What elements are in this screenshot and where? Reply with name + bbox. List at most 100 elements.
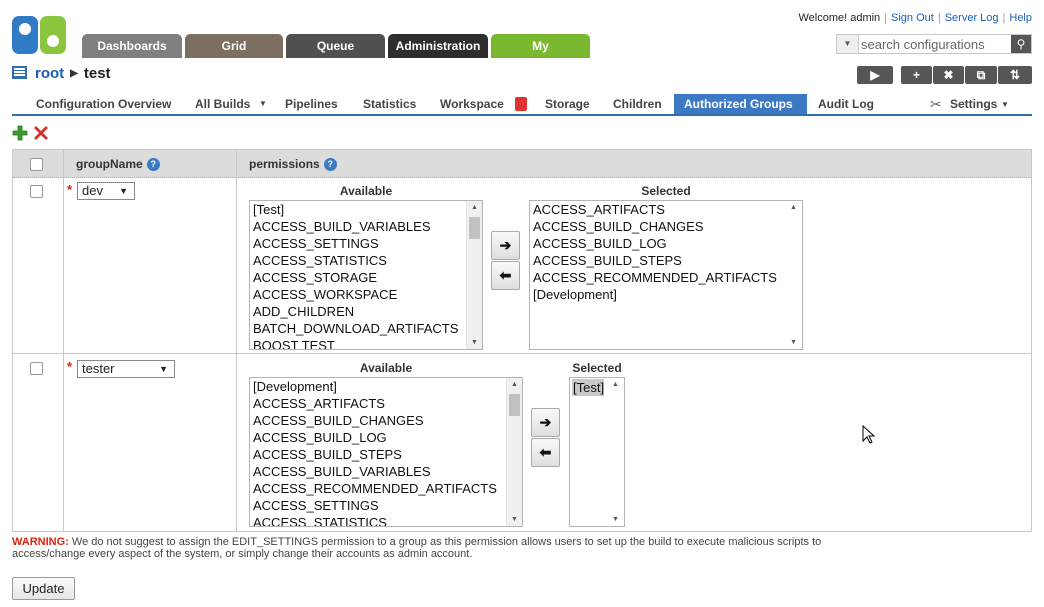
search-icon[interactable]: ⚲ [1011, 35, 1031, 53]
table-header [13, 150, 1031, 178]
subtab-configuration-overview[interactable]: Configuration Overview [26, 94, 181, 114]
subtab-statistics[interactable]: Statistics [353, 94, 426, 114]
list-option[interactable]: ACCESS_BUILD_CHANGES [250, 412, 522, 429]
search-scope-dropdown-icon[interactable]: ▼ [837, 35, 859, 53]
selected-listbox[interactable]: [Test] ▲ ▼ [569, 377, 625, 527]
tab-dashboards[interactable]: Dashboards [82, 34, 182, 58]
help-icon[interactable]: ? [323, 158, 337, 171]
breadcrumb-root[interactable]: root [35, 65, 64, 82]
subtab-pipelines[interactable]: Pipelines [275, 94, 348, 114]
scroll-up-icon[interactable]: ▲ [471, 204, 478, 211]
group-select[interactable]: tester ▼ [77, 360, 175, 378]
list-option[interactable]: ACCESS_WORKSPACE [250, 286, 482, 303]
list-option[interactable]: BOOST TEST [250, 337, 482, 349]
scroll-down-icon[interactable]: ▼ [790, 339, 797, 346]
scroll-up-icon[interactable]: ▲ [790, 204, 797, 211]
remove-icon[interactable] [33, 125, 49, 141]
subtab-workspace[interactable]: Workspace [430, 94, 514, 114]
list-option[interactable]: ACCESS_STATISTICS [250, 252, 482, 269]
list-option[interactable]: BATCH_DOWNLOAD_ARTIFACTS [250, 320, 482, 337]
scroll-up-icon[interactable]: ▲ [511, 381, 518, 388]
sign-out-link[interactable]: Sign Out [891, 12, 934, 24]
move-right-button[interactable]: ➔ [491, 231, 520, 260]
help-icon[interactable]: ? [146, 158, 160, 171]
selected-list: ACCESS_ARTIFACTS ACCESS_BUILD_CHANGES ACCE… [530, 201, 802, 303]
scroll-up-icon[interactable]: ▲ [612, 381, 619, 388]
list-option[interactable]: ACCESS_SETTINGS [250, 497, 522, 514]
tab-my[interactable]: My [491, 34, 590, 58]
move-left-button[interactable]: ⬅ [531, 438, 560, 467]
list-option[interactable]: [Test] [572, 379, 604, 396]
chevron-down-icon: ▼ [159, 364, 168, 374]
search-input[interactable]: search configurations [861, 35, 985, 54]
list-option[interactable]: [Development] [530, 286, 802, 303]
copy-button[interactable]: ⧉ [965, 66, 997, 84]
list-option[interactable]: ACCESS_STATISTICS [250, 514, 522, 526]
list-option[interactable]: ACCESS_RECOMMENDED_ARTIFACTS [250, 480, 522, 497]
list-option[interactable]: ACCESS_STORAGE [250, 269, 482, 286]
chevron-down-icon[interactable]: ▼ [259, 99, 267, 108]
selected-label: Selected [641, 184, 691, 198]
select-all-checkbox[interactable] [30, 158, 43, 171]
update-button[interactable]: Update [12, 577, 75, 600]
breadcrumb-current: test [83, 65, 111, 82]
run-button[interactable]: ▶ [857, 66, 893, 84]
welcome-text: Welcome! admin [798, 12, 881, 24]
list-option[interactable]: ACCESS_ARTIFACTS [530, 201, 802, 218]
scroll-down-icon[interactable]: ▼ [612, 516, 619, 523]
list-option[interactable]: ACCESS_BUILD_LOG [250, 429, 522, 446]
groupname-header: groupName [76, 157, 143, 171]
list-option[interactable]: ACCESS_BUILD_VARIABLES [250, 218, 482, 235]
search-box[interactable]: ▼ search configurations ⚲ [836, 34, 1032, 54]
scroll-down-icon[interactable]: ▼ [511, 516, 518, 523]
row-checkbox[interactable] [30, 185, 43, 198]
reorder-button[interactable]: ⇅ [998, 66, 1032, 84]
available-listbox[interactable]: [Development] ACCESS_ARTIFACTS ACCESS_BUIL… [249, 377, 523, 527]
list-option[interactable]: ACCESS_BUILD_STEPS [530, 252, 802, 269]
add-child-button[interactable]: + [901, 66, 932, 84]
column-groupname: groupName? [76, 150, 160, 178]
tab-queue[interactable]: Queue [286, 34, 385, 58]
row-checkbox[interactable] [30, 362, 43, 375]
scrollbar[interactable]: ▲ ▼ [506, 378, 522, 526]
help-link[interactable]: Help [1009, 12, 1032, 24]
breadcrumb: root ▶ test [12, 64, 111, 84]
delete-button[interactable]: ✖ [933, 66, 964, 84]
subtab-authorized-groups[interactable]: Authorized Groups [674, 94, 807, 114]
scrollbar[interactable]: ▲ ▼ [466, 201, 482, 349]
scrollbar[interactable]: ▲ ▼ [786, 201, 802, 349]
subtab-audit-log[interactable]: Audit Log [808, 94, 884, 114]
list-option[interactable]: [Test] [250, 201, 482, 218]
config-subnav: Configuration Overview All Builds ▼ Pipe… [12, 94, 1032, 116]
server-log-link[interactable]: Server Log [945, 12, 999, 24]
scrollbar[interactable]: ▲ ▼ [608, 378, 624, 526]
move-left-button[interactable]: ⬅ [491, 261, 520, 290]
available-list: [Development] ACCESS_ARTIFACTS ACCESS_BUIL… [250, 378, 522, 526]
list-option[interactable]: ACCESS_SETTINGS [250, 235, 482, 252]
tab-administration[interactable]: Administration [388, 34, 488, 58]
settings-chevron-down-icon[interactable]: ▼ [1001, 100, 1009, 109]
list-option[interactable]: ACCESS_BUILD_LOG [530, 235, 802, 252]
list-option[interactable]: ACCESS_BUILD_CHANGES [530, 218, 802, 235]
subtab-all-builds[interactable]: All Builds [185, 94, 250, 114]
group-select[interactable]: dev ▼ [77, 182, 135, 200]
list-option[interactable]: [Development] [250, 378, 522, 395]
list-option[interactable]: ACCESS_BUILD_STEPS [250, 446, 522, 463]
move-right-button[interactable]: ➔ [531, 408, 560, 437]
available-listbox[interactable]: [Test] ACCESS_BUILD_VARIABLES ACCESS_SETTI… [249, 200, 483, 350]
available-label: Available [339, 184, 393, 198]
subtab-settings[interactable]: Settings [940, 94, 997, 114]
warning-message: WARNING: We do not suggest to assign the… [12, 536, 832, 560]
scroll-down-icon[interactable]: ▼ [471, 339, 478, 346]
add-icon[interactable] [12, 125, 28, 141]
subtab-storage[interactable]: Storage [535, 94, 600, 114]
list-option[interactable]: ADD_CHILDREN [250, 303, 482, 320]
subtab-children[interactable]: Children [603, 94, 672, 114]
selected-listbox[interactable]: ACCESS_ARTIFACTS ACCESS_BUILD_CHANGES ACCE… [529, 200, 803, 350]
quickbuild-logo [12, 16, 66, 54]
list-option[interactable]: ACCESS_RECOMMENDED_ARTIFACTS [530, 269, 802, 286]
list-option[interactable]: ACCESS_ARTIFACTS [250, 395, 522, 412]
tab-grid[interactable]: Grid [185, 34, 283, 58]
list-option[interactable]: ACCESS_BUILD_VARIABLES [250, 463, 522, 480]
configuration-list-icon[interactable] [12, 66, 27, 79]
